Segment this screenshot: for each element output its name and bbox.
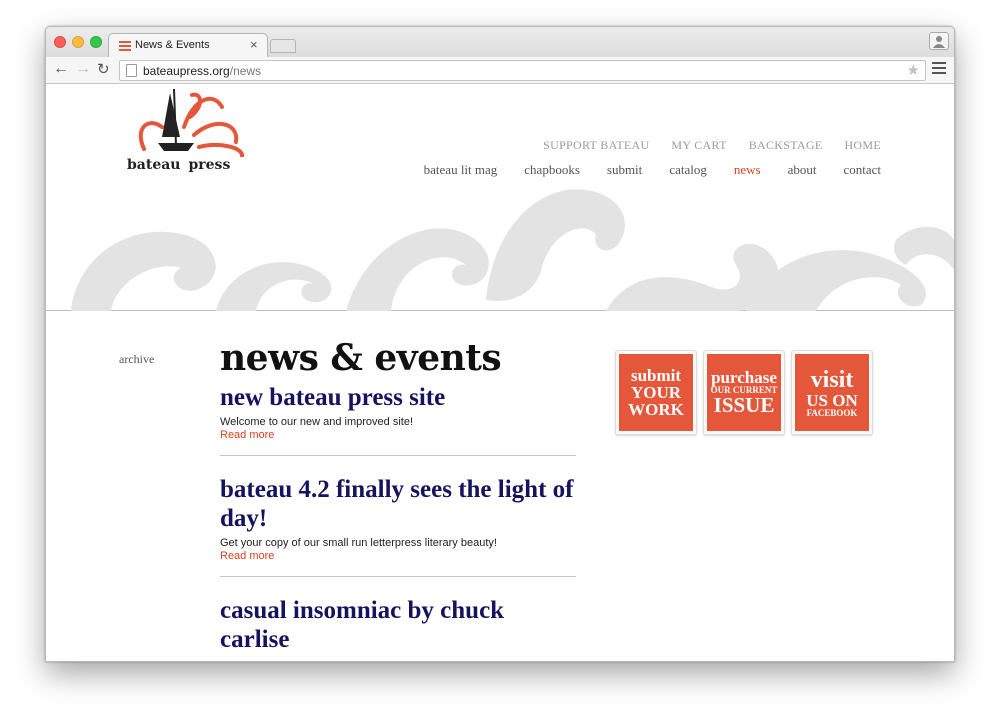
browser-toolbar: ← → ↻ bateaupress.org/news ★: [46, 57, 954, 84]
zoom-window-button[interactable]: [90, 36, 102, 48]
site-header: bateau press SUPPORT BATEAU MY CART BACKS…: [46, 85, 954, 311]
visit-us-on-facebook-button[interactable]: visit US ON FACEBOOK: [791, 350, 873, 435]
sidebar-archive-link[interactable]: archive: [119, 352, 154, 367]
promo-line: US ON: [806, 390, 858, 410]
news-post: new bateau press site Welcome to our new…: [220, 383, 576, 456]
main-nav: bateau lit mag chapbooks submit catalog …: [424, 162, 881, 178]
url-text: bateaupress.org/news: [143, 64, 261, 78]
back-arrow-icon[interactable]: ←: [53, 60, 69, 78]
title-bar: News & Events ×: [46, 27, 954, 58]
promo-line: purchase: [711, 368, 777, 387]
bateau-favicon-icon: [119, 41, 131, 51]
url-path: /news: [229, 64, 262, 78]
logo-word-bateau: bateau: [127, 157, 181, 173]
nav-news[interactable]: news: [734, 162, 761, 178]
nav-backstage[interactable]: BACKSTAGE: [749, 138, 823, 153]
ship-kraken-icon: [138, 88, 244, 159]
read-more-link[interactable]: Read more: [220, 429, 576, 441]
browser-tab[interactable]: News & Events ×: [108, 33, 268, 58]
nav-chapbooks[interactable]: chapbooks: [524, 162, 580, 178]
nav-submit[interactable]: submit: [607, 162, 642, 178]
page-title: news & events: [220, 337, 502, 379]
bateau-press-logo[interactable]: bateau press: [124, 87, 254, 179]
promo-line: ISSUE: [713, 393, 775, 417]
close-window-button[interactable]: [54, 36, 66, 48]
purchase-current-issue-button[interactable]: purchase OUR CURRENT ISSUE: [703, 350, 785, 435]
post-title-link[interactable]: new bateau press site: [220, 383, 576, 412]
nav-support-bateau[interactable]: SUPPORT BATEAU: [543, 138, 649, 153]
nav-home[interactable]: HOME: [844, 138, 881, 153]
nav-bateau-lit-mag[interactable]: bateau lit mag: [424, 162, 498, 178]
post-excerpt: Get your copy of our small run letterpre…: [220, 537, 497, 549]
page-icon: [126, 64, 137, 77]
promo-line: submit: [630, 366, 682, 385]
minimize-window-button[interactable]: [72, 36, 84, 48]
page-viewport: bateau press SUPPORT BATEAU MY CART BACKS…: [46, 85, 954, 661]
news-post: bateau 4.2 finally sees the light of day…: [220, 475, 576, 577]
url-host: bateaupress.org: [143, 64, 230, 78]
utility-nav: SUPPORT BATEAU MY CART BACKSTAGE HOME: [543, 138, 881, 153]
promo-line: visit: [810, 366, 854, 393]
nav-my-cart[interactable]: MY CART: [671, 138, 726, 153]
bookmark-star-icon[interactable]: ★: [907, 61, 920, 79]
post-title-link[interactable]: bateau 4.2 finally sees the light of day…: [220, 475, 576, 533]
tentacle-background-art: [71, 189, 954, 311]
forward-arrow-icon[interactable]: →: [75, 60, 91, 78]
promo-buttons: submit YOUR WORK purchase OUR CURRENT IS…: [615, 350, 873, 435]
logo-word-press: press: [188, 157, 231, 173]
submit-your-work-button[interactable]: submit YOUR WORK: [615, 350, 697, 435]
nav-catalog[interactable]: catalog: [669, 162, 707, 178]
promo-line: YOUR: [630, 383, 682, 402]
nav-about[interactable]: about: [788, 162, 817, 178]
address-bar[interactable]: bateaupress.org/news ★: [119, 60, 926, 81]
tab-title: News & Events: [135, 39, 210, 51]
news-content: news & events new bateau press site Welc…: [220, 335, 576, 661]
read-more-link[interactable]: Read more: [220, 550, 576, 562]
new-tab-button[interactable]: [270, 39, 296, 53]
tab-close-icon[interactable]: ×: [250, 37, 258, 52]
promo-line: FACEBOOK: [806, 407, 858, 418]
post-title-link[interactable]: casual insomniac by chuck carlise: [220, 596, 576, 654]
nav-contact[interactable]: contact: [843, 162, 881, 178]
profile-icon[interactable]: [929, 32, 949, 50]
logo-wordmark: bateau press: [127, 157, 230, 173]
reload-icon[interactable]: ↻: [97, 60, 110, 78]
post-excerpt: Welcome to our new and improved site!: [220, 416, 413, 428]
browser-window: News & Events × ← → ↻ bateaupress.org/ne…: [45, 26, 955, 662]
promo-line: WORK: [628, 400, 684, 419]
news-post: casual insomniac by chuck carlise: [220, 596, 576, 661]
menu-icon[interactable]: [932, 62, 946, 76]
